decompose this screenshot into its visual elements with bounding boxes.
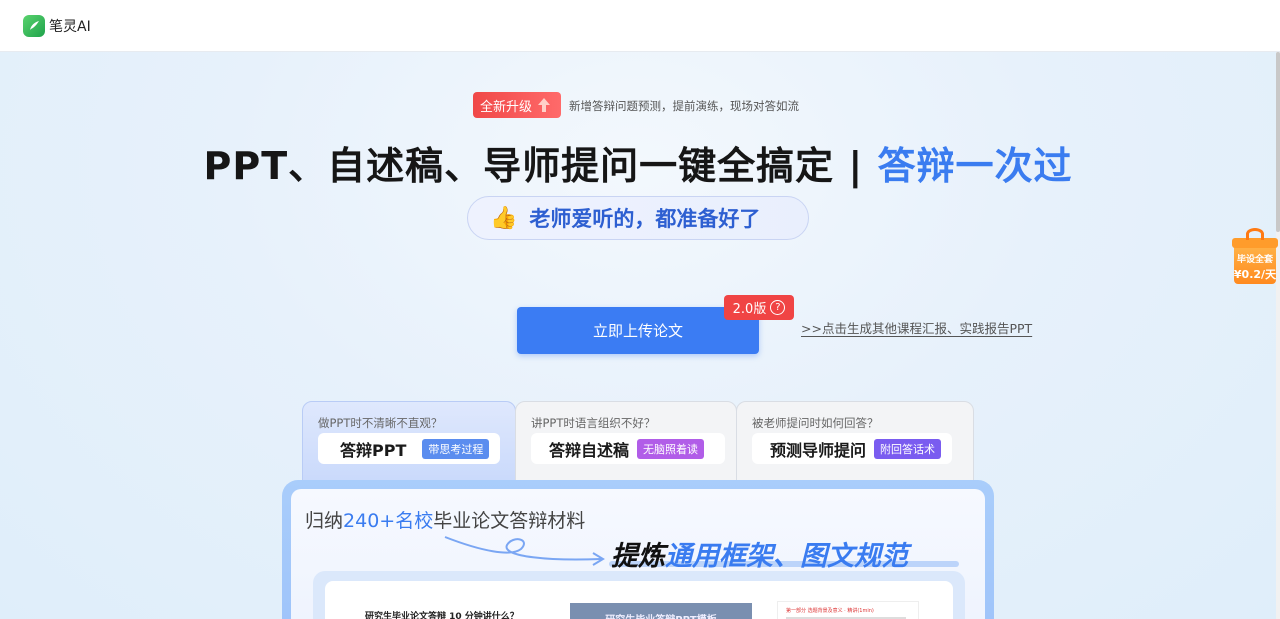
title-prefix: 归纳	[305, 510, 344, 532]
thumbs-up-icon: 👍	[490, 205, 518, 231]
top-bar: 笔灵AI	[0, 0, 1280, 52]
promo-line2: ¥0.2/天	[1233, 268, 1277, 281]
feature-tabs: 做PPT时不清晰不直观？ 答辩PPT 带思考过程 讲PPT时语言组织不好？ 答辩…	[302, 401, 974, 485]
tab-question: 讲PPT时语言组织不好？	[531, 416, 656, 430]
other-reports-link[interactable]: >>点击生成其他课程汇报、实践报告PPT	[801, 318, 1032, 337]
tab-question: 被老师提问时如何回答？	[752, 416, 879, 430]
version-badge[interactable]: 2.0版 ?	[724, 295, 794, 320]
tab-question: 做PPT时不清晰不直观？	[318, 416, 443, 430]
headline-accent: 答辩一次过	[877, 144, 1073, 188]
slide-thumbnail: 研究生毕业答辩PPT模板	[570, 603, 752, 619]
page-heading: 第一部分 选题背景及意义 · 精讲(1min)	[786, 608, 874, 614]
tab-tag: 带思考过程	[422, 438, 490, 459]
page-title: PPT、自述稿、导师提问一键全搞定 | 答辩一次过	[0, 135, 1276, 190]
tab-name: 预测导师提问	[770, 440, 867, 460]
promo-gift-widget[interactable]: 毕设全套 ¥0.2/天	[1232, 228, 1278, 286]
version-label: 2.0版	[732, 302, 767, 317]
tab-name: 答辩PPT	[340, 440, 407, 460]
tab-defense-ppt[interactable]: 做PPT时不清晰不直观？ 答辩PPT 带思考过程	[302, 401, 516, 485]
tab-defense-script[interactable]: 讲PPT时语言组织不好？ 答辩自述稿 无脑照着读	[515, 401, 737, 485]
brand-name[interactable]: 笔灵AI	[49, 16, 91, 36]
showcase-inner: 归纳240+名校毕业论文答辩材料 提炼通用框架、图文规范 研究生毕业论文答辩 1…	[291, 489, 985, 619]
logo-icon[interactable]	[23, 14, 45, 37]
teacher-pill: 👍 老师爱听的，都准备好了	[467, 196, 809, 240]
showcase-panel: 归纳240+名校毕业论文答辩材料 提炼通用框架、图文规范 研究生毕业论文答辩 1…	[282, 480, 994, 619]
upload-thesis-button[interactable]: 立即上传论文	[517, 307, 759, 354]
tab-tag: 附回答话术	[874, 438, 942, 459]
new-upgrade-badge: 全新升级	[473, 92, 561, 118]
gift-bow	[1246, 228, 1264, 240]
headline-main: PPT、自述稿、导师提问一键全搞定 |	[203, 144, 878, 188]
tab-title-box: 答辩自述稿 无脑照着读	[531, 433, 725, 464]
slide-title: 研究生毕业答辩PPT模板	[570, 611, 752, 619]
up-arrow-icon	[537, 97, 551, 113]
showcase-slogan: 提炼通用框架、图文规范	[611, 534, 908, 573]
upgrade-tip: 新增答辩问题预测，提前演练，现场对答如流	[569, 99, 799, 113]
pill-text: 老师爱听的，都准备好了	[529, 207, 761, 231]
title-accent: 240+名校	[343, 510, 434, 532]
tab-tag: 无脑照着读	[637, 438, 705, 459]
document-preview: 研究生毕业论文答辩 10 分钟讲什么？ 研究生毕业答辩PPT模板 第一部分 选题…	[313, 571, 965, 619]
slogan-accent: 通用框架、图文规范	[665, 541, 908, 572]
document-preview-inner: 研究生毕业论文答辩 10 分钟讲什么？ 研究生毕业答辩PPT模板 第一部分 选题…	[325, 581, 953, 619]
promo-line1: 毕设全套	[1236, 255, 1273, 265]
slogan-prefix: 提炼	[611, 541, 665, 572]
tab-title-box: 答辩PPT 带思考过程	[318, 433, 500, 464]
page-thumbnail: 第一部分 选题背景及意义 · 精讲(1min)	[777, 601, 919, 619]
badge-label: 全新升级	[480, 99, 533, 115]
curved-arrow-icon	[444, 536, 605, 566]
tab-title-box: 预测导师提问 附回答话术	[752, 433, 952, 464]
tab-predict-questions[interactable]: 被老师提问时如何回答？ 预测导师提问 附回答话术	[736, 401, 974, 485]
scrollbar-thumb[interactable]	[1276, 52, 1280, 232]
doc-question: 研究生毕业论文答辩 10 分钟讲什么？	[365, 612, 519, 619]
tab-name: 答辩自述稿	[549, 440, 630, 460]
help-icon[interactable]: ?	[770, 300, 786, 315]
